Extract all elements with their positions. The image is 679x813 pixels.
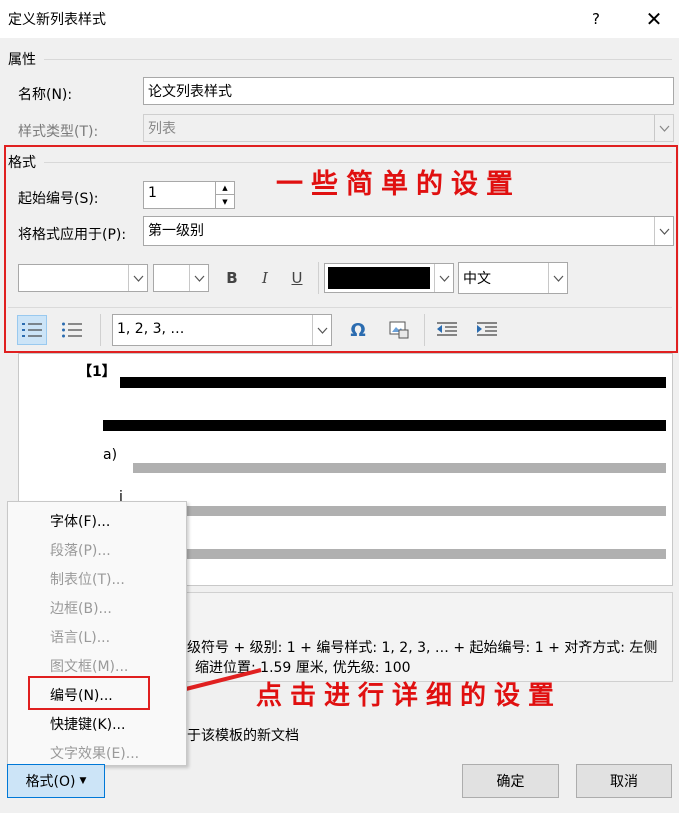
underline-button[interactable]: U (285, 265, 309, 291)
window-title: 定义新列表样式 (8, 12, 106, 28)
language-select[interactable]: 中文 (458, 262, 568, 294)
menu-item-text-effects: 文字效果(E)... (50, 746, 140, 762)
font-color-swatch (328, 267, 430, 289)
menu-item-shortcut-key[interactable]: 快捷键(K)... (50, 714, 125, 734)
menu-item-border: 边框(B)... (50, 601, 112, 617)
chevron-down-icon (312, 315, 331, 345)
preview-level2-label: a) (103, 447, 118, 463)
start-number-label: 起始编号(S): (18, 191, 99, 207)
preview-line (103, 420, 666, 431)
caret-down-icon: ▼ (79, 776, 87, 786)
decrease-indent-icon (437, 322, 457, 336)
chevron-down-icon (128, 265, 147, 291)
close-button[interactable]: ✕ (640, 6, 668, 32)
format-button-label: 格式(O) (25, 774, 76, 790)
spin-buttons[interactable]: ▲ ▼ (215, 182, 234, 208)
description-line1: 级符号 + 级别: 1 + 编号样式: 1, 2, 3, … + 起始编号: 1… (187, 640, 658, 656)
toolbar-separator (318, 262, 319, 294)
chevron-down-icon (189, 265, 208, 291)
increase-indent-icon (477, 322, 497, 336)
preview-line (133, 463, 666, 473)
numbering-style-value: 1, 2, 3, … (117, 321, 185, 337)
menu-item-numbering[interactable]: 编号(N)... (50, 685, 113, 705)
annotation-detail-settings: 点击进行详细的设置 (256, 681, 563, 711)
menu-item-font[interactable]: 字体(F)... (50, 511, 110, 531)
chevron-down-icon (548, 263, 567, 293)
chevron-down-icon (434, 264, 453, 292)
font-name-select[interactable] (18, 264, 148, 292)
numbered-list-icon (22, 323, 42, 337)
bold-button[interactable]: B (220, 265, 244, 291)
help-button[interactable]: ? (582, 6, 610, 32)
name-label: 名称(N): (18, 87, 73, 103)
menu-item-frame: 图文框(M)... (50, 659, 129, 675)
picture-icon (389, 321, 409, 339)
preview-level1-label: 【1】 (78, 364, 116, 380)
spin-down-icon[interactable]: ▼ (216, 195, 234, 208)
picture-bullet-button[interactable] (384, 315, 414, 345)
numbering-style-select[interactable]: 1, 2, 3, … (112, 314, 332, 346)
style-type-select: 列表 (143, 114, 674, 142)
template-option-text: 于该模板的新文档 (187, 728, 299, 744)
properties-section-label: 属性 (8, 52, 36, 68)
toolbar-separator (100, 314, 101, 346)
spin-up-icon[interactable]: ▲ (216, 182, 234, 195)
format-button[interactable]: 格式(O) ▼ (7, 764, 105, 798)
increase-indent-button[interactable] (472, 315, 502, 345)
bulleted-list-icon (62, 322, 82, 338)
toolbar-divider (8, 307, 672, 308)
font-color-select[interactable] (324, 263, 454, 293)
start-number-stepper[interactable]: 1 ▲ ▼ (143, 181, 235, 209)
apply-to-label: 将格式应用于(P): (18, 227, 127, 243)
name-input[interactable]: 论文列表样式 (143, 77, 674, 105)
preview-line (187, 549, 666, 559)
font-size-select[interactable] (153, 264, 209, 292)
format-menu: 字体(F)... 段落(P)... 制表位(T)... 边框(B)... 语言(… (7, 501, 187, 766)
toolbar-separator (424, 314, 425, 346)
format-section-label: 格式 (8, 155, 36, 171)
apply-to-value: 第一级别 (148, 223, 204, 239)
menu-item-tabs: 制表位(T)... (50, 572, 125, 588)
bulleted-list-button[interactable] (57, 315, 87, 345)
cancel-button[interactable]: 取消 (576, 764, 672, 798)
decrease-indent-button[interactable] (432, 315, 462, 345)
menu-item-paragraph: 段落(P)... (50, 543, 111, 559)
language-value: 中文 (463, 271, 491, 287)
annotation-simple-settings: 一些简单的设置 (276, 169, 521, 200)
menu-item-language: 语言(L)... (50, 630, 111, 646)
chevron-down-icon (654, 115, 673, 141)
preview-line (120, 377, 666, 388)
preview-line (187, 506, 666, 516)
style-type-label: 样式类型(T): (18, 124, 99, 140)
numbered-list-button[interactable] (17, 315, 47, 345)
insert-symbol-button[interactable]: Ω (343, 315, 373, 345)
style-type-value: 列表 (148, 121, 176, 137)
omega-icon: Ω (350, 319, 366, 341)
start-number-value: 1 (148, 185, 157, 201)
italic-button[interactable]: I (253, 265, 277, 291)
properties-divider (44, 59, 672, 60)
apply-to-select[interactable]: 第一级别 (143, 216, 674, 246)
chevron-down-icon (654, 217, 673, 245)
ok-button[interactable]: 确定 (462, 764, 559, 798)
